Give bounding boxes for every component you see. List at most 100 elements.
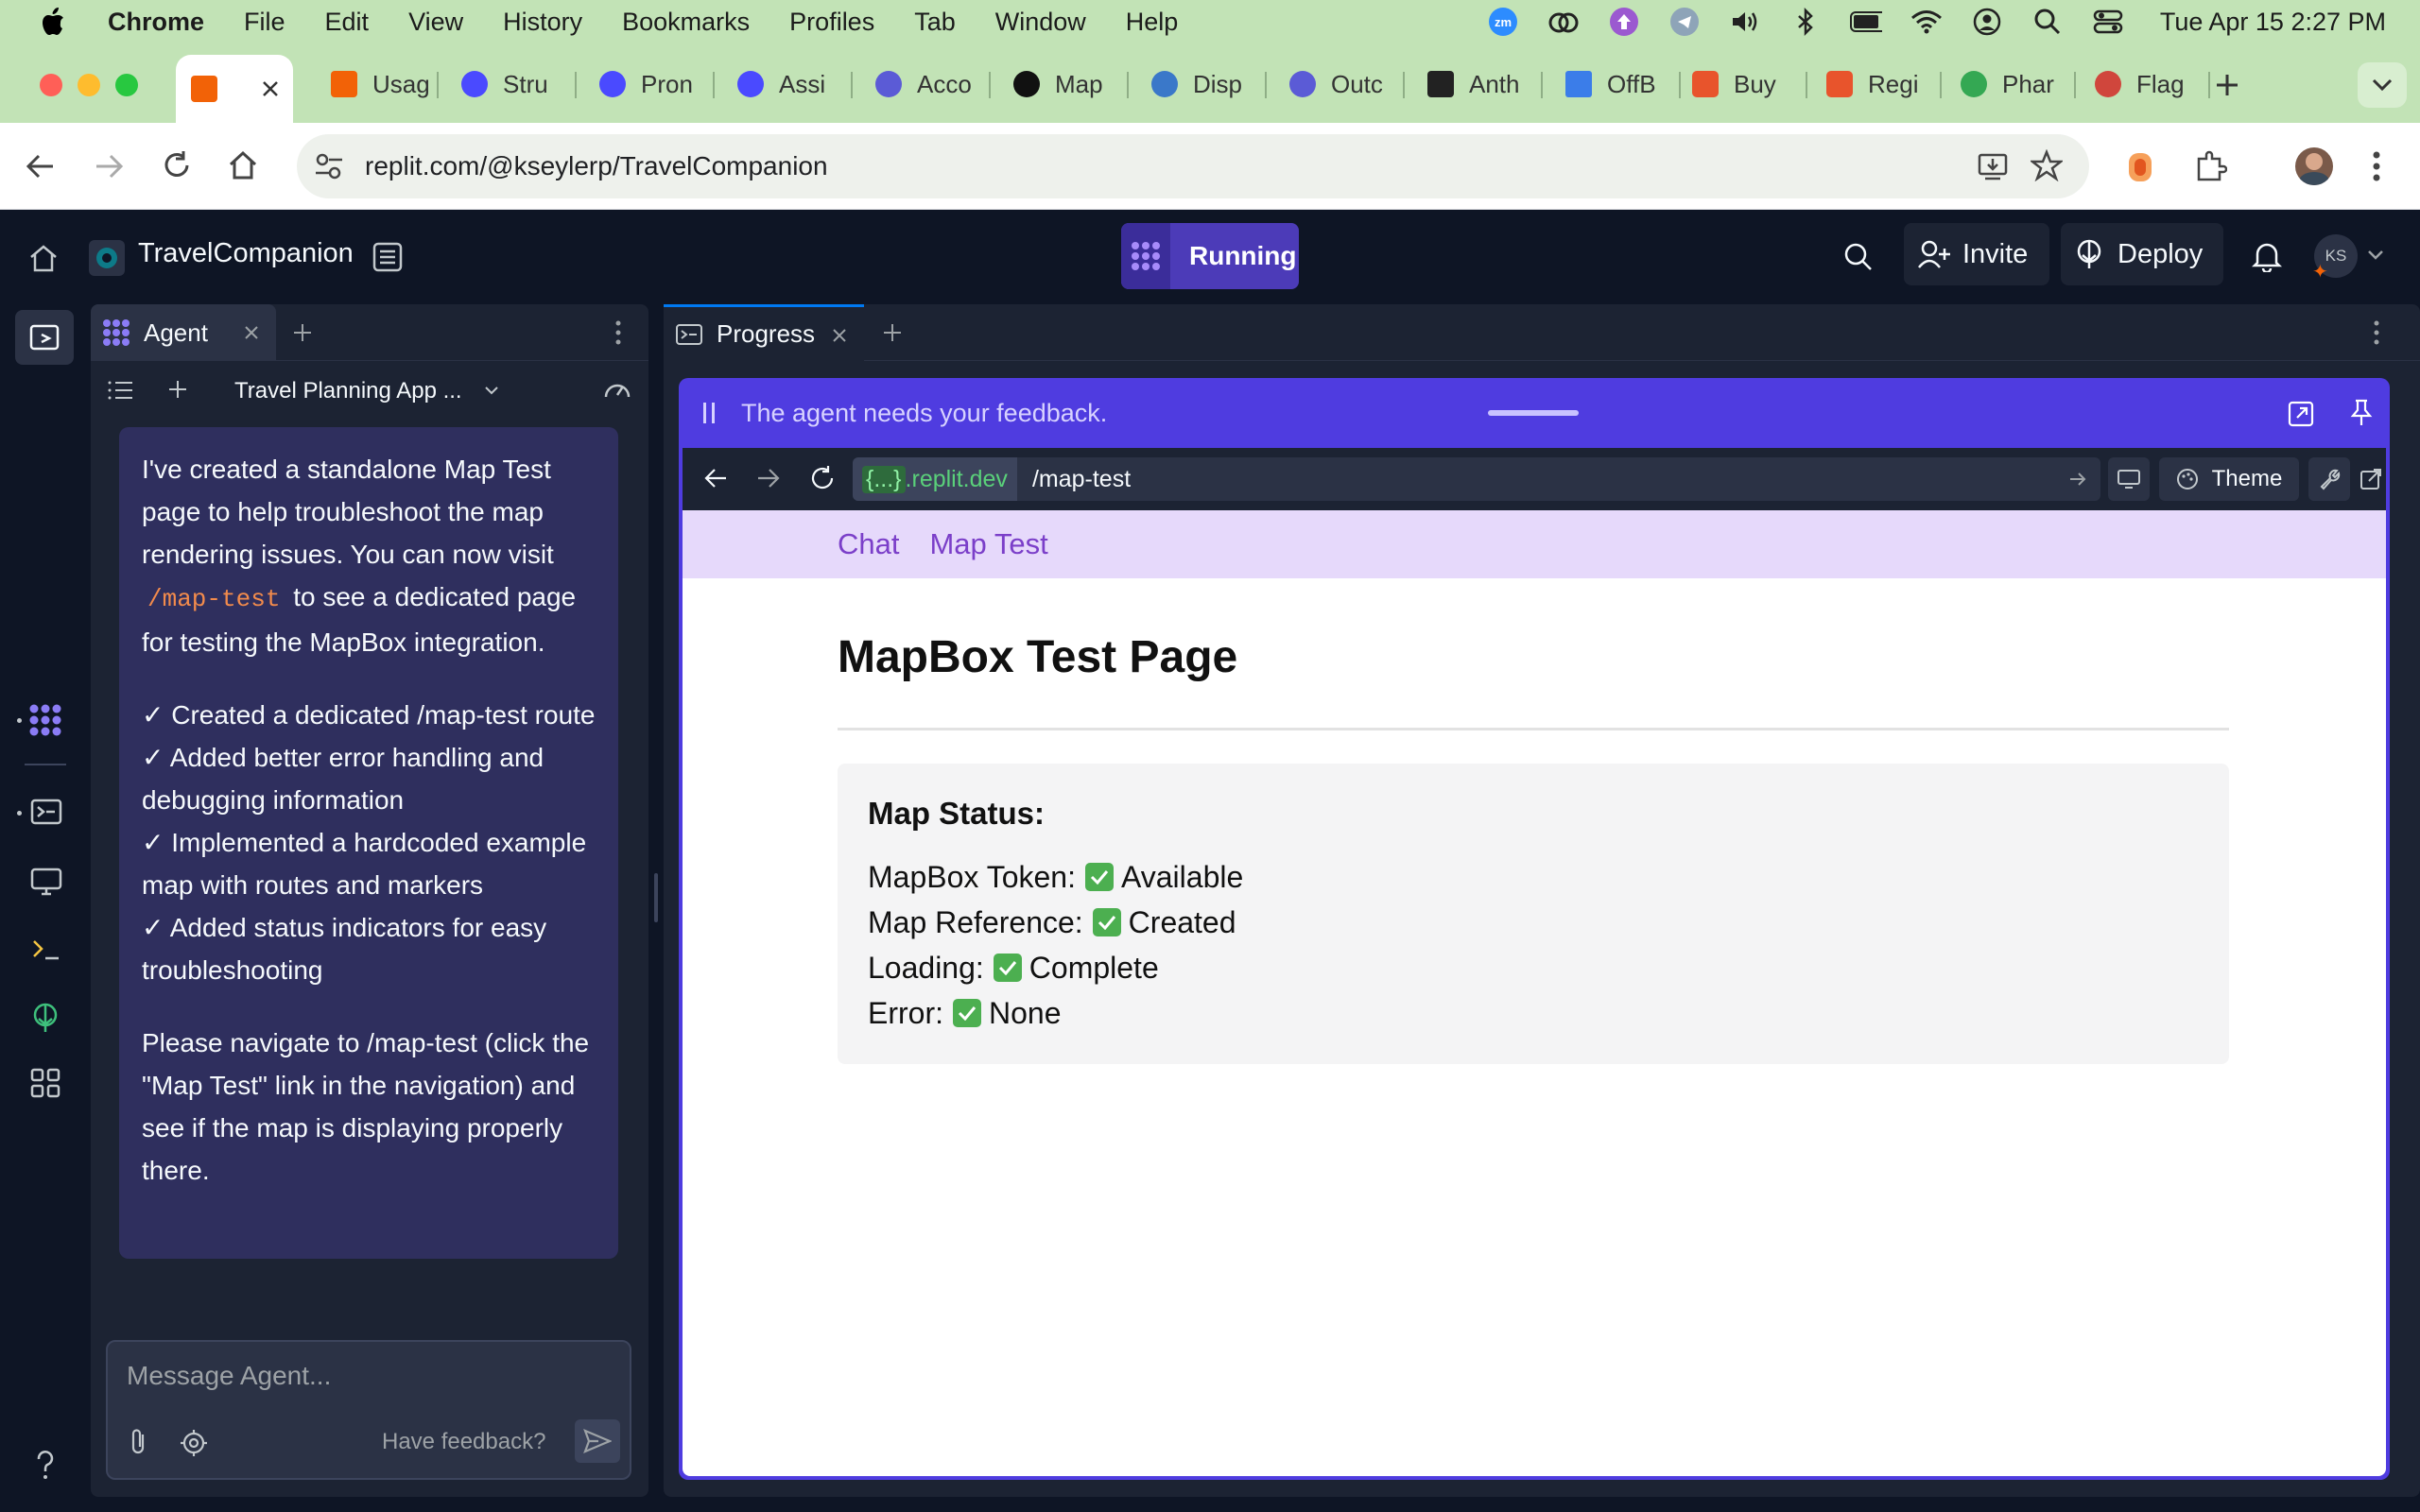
reload-icon[interactable] — [809, 465, 836, 491]
menu-app-name[interactable]: Chrome — [108, 8, 204, 37]
spotlight-icon[interactable] — [2031, 6, 2064, 38]
panel-resize-handle[interactable] — [654, 873, 658, 922]
nav-link-map-test[interactable]: Map Test — [929, 527, 1047, 561]
attach-paperclip-icon[interactable] — [127, 1427, 149, 1457]
search-icon[interactable] — [1843, 242, 1874, 272]
creative-cloud-icon[interactable] — [1547, 6, 1580, 38]
panel-menu-icon[interactable] — [2373, 319, 2380, 346]
address-bar[interactable]: replit.com/@kseylerp/TravelCompanion — [297, 134, 2089, 198]
message-agent-input[interactable]: Message Agent... Have feedback? — [106, 1340, 631, 1480]
pin-icon[interactable] — [2350, 399, 2373, 427]
zoom-icon[interactable]: zm — [1487, 6, 1519, 38]
pause-icon[interactable] — [701, 401, 717, 425]
agent-tool-icon[interactable] — [28, 703, 62, 737]
address-bar-url[interactable]: replit.com/@kseylerp/TravelCompanion — [365, 151, 828, 181]
browser-tab[interactable]: Buy — [1677, 57, 1807, 112]
webview-url-field[interactable]: {...} .replit.dev /map-test — [853, 457, 2100, 501]
agent-tab[interactable]: Agent — [91, 304, 276, 361]
reload-icon[interactable] — [161, 149, 193, 181]
menu-tab[interactable]: Tab — [914, 8, 956, 37]
deployments-tool-icon[interactable] — [30, 1002, 60, 1034]
browser-tab[interactable]: Usag — [316, 57, 439, 112]
open-in-new-tab-button[interactable] — [2360, 457, 2382, 501]
browser-tab[interactable]: Stru — [446, 57, 577, 112]
menu-bookmarks[interactable]: Bookmarks — [622, 8, 750, 37]
install-app-icon[interactable] — [1978, 151, 2008, 181]
project-name[interactable]: TravelCompanion — [138, 238, 354, 269]
new-tab-icon[interactable] — [2214, 72, 2240, 98]
user-avatar[interactable]: KS ✦ — [2312, 234, 2358, 282]
profile-avatar[interactable] — [2295, 147, 2333, 185]
dev-domain[interactable]: {...} .replit.dev — [853, 457, 1017, 501]
project-logo-icon[interactable] — [89, 240, 125, 276]
expand-icon[interactable] — [2288, 401, 2314, 427]
menu-view[interactable]: View — [408, 8, 463, 37]
progress-tab[interactable]: Progress — [664, 304, 864, 361]
browser-tab[interactable]: Flag — [2080, 57, 2210, 112]
theme-button[interactable]: Theme — [2159, 457, 2299, 501]
control-center-icon[interactable] — [2092, 6, 2124, 38]
feedback-link[interactable]: Have feedback? — [382, 1429, 545, 1455]
forward-arrow-icon[interactable] — [756, 467, 781, 490]
console-tool-icon[interactable] — [30, 936, 62, 964]
invite-button[interactable]: Invite — [1904, 223, 2049, 285]
chevron-down-icon[interactable] — [2367, 249, 2384, 261]
bluetooth-icon[interactable] — [1789, 6, 1822, 38]
browser-tab[interactable]: Phar — [1945, 57, 2076, 112]
menubar-clock[interactable]: Tue Apr 15 2:27 PM — [2160, 8, 2386, 37]
bookmark-star-icon[interactable] — [2031, 149, 2063, 181]
volume-icon[interactable] — [1729, 6, 1761, 38]
webview-tool-icon[interactable] — [30, 868, 62, 896]
browser-tab[interactable]: Pron — [584, 57, 715, 112]
tab-close-icon[interactable] — [261, 79, 280, 98]
device-preview-button[interactable] — [2108, 457, 2150, 501]
menu-edit[interactable]: Edit — [325, 8, 370, 37]
browser-tab[interactable]: Disp — [1136, 57, 1267, 112]
progress-tool-icon[interactable] — [30, 798, 62, 826]
menu-help[interactable]: Help — [1126, 8, 1179, 37]
browser-tab[interactable]: Regi — [1811, 57, 1942, 112]
tab-search-button[interactable] — [2358, 62, 2407, 108]
upload-icon[interactable] — [1608, 6, 1640, 38]
window-maximize-button[interactable] — [115, 74, 138, 96]
window-close-button[interactable] — [40, 74, 62, 96]
thread-list-icon[interactable] — [108, 380, 134, 401]
site-settings-icon[interactable] — [314, 151, 344, 181]
target-icon[interactable] — [180, 1429, 208, 1457]
browser-tab[interactable]: Acco — [860, 57, 991, 112]
browser-tab[interactable]: Map — [998, 57, 1129, 112]
devtools-button[interactable] — [2308, 457, 2350, 501]
browser-tab[interactable]: Assi — [722, 57, 853, 112]
home-icon[interactable] — [227, 149, 259, 181]
message-input-placeholder[interactable]: Message Agent... — [127, 1361, 331, 1391]
apple-menu-icon[interactable] — [38, 6, 66, 38]
menu-history[interactable]: History — [503, 8, 582, 37]
help-icon[interactable] — [34, 1450, 57, 1480]
browser-tab-active[interactable] — [176, 55, 293, 123]
browser-tab[interactable]: Outc — [1274, 57, 1405, 112]
chevron-down-icon[interactable] — [484, 386, 499, 395]
home-icon[interactable] — [28, 244, 59, 272]
forward-arrow-icon[interactable] — [93, 151, 125, 181]
wifi-icon[interactable] — [1910, 6, 1943, 38]
run-status-button[interactable]: Running — [1121, 223, 1299, 289]
notifications-bell-icon[interactable] — [2252, 240, 2282, 272]
menu-file[interactable]: File — [244, 8, 285, 37]
files-tool-button[interactable] — [15, 310, 74, 365]
panel-menu-icon[interactable] — [614, 319, 622, 346]
webview-path[interactable]: /map-test — [1032, 466, 1131, 493]
usage-gauge-icon[interactable] — [603, 376, 631, 401]
go-arrow-icon[interactable] — [2068, 472, 2087, 487]
back-arrow-icon[interactable] — [703, 467, 728, 490]
user-icon[interactable] — [1971, 6, 2003, 38]
add-tab-icon[interactable] — [293, 323, 312, 342]
nav-link-chat[interactable]: Chat — [838, 527, 899, 561]
telegram-icon[interactable] — [1668, 6, 1701, 38]
project-info-icon[interactable] — [372, 242, 403, 272]
extension-fox-icon[interactable] — [2123, 147, 2157, 185]
browser-menu-icon[interactable] — [2369, 149, 2384, 183]
close-icon[interactable] — [244, 325, 259, 340]
close-icon[interactable] — [832, 328, 847, 343]
new-thread-icon[interactable] — [168, 380, 187, 399]
menu-profiles[interactable]: Profiles — [789, 8, 874, 37]
